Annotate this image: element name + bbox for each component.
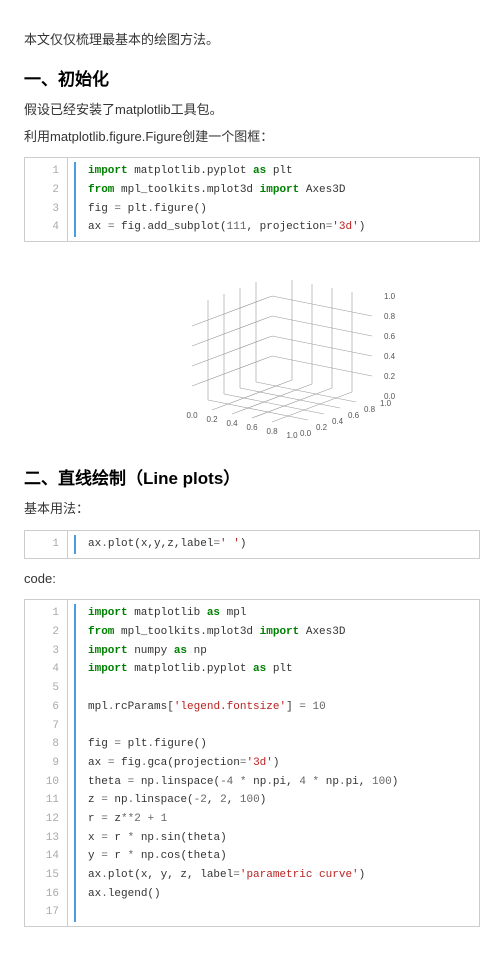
code-body: import matplotlib as mplfrom mpl_toolkit… bbox=[68, 600, 479, 926]
code-block-init: 1234 import matplotlib.pyplot as pltfrom… bbox=[24, 157, 480, 242]
code-body: import matplotlib.pyplot as pltfrom mpl_… bbox=[68, 158, 479, 241]
svg-text:0.6: 0.6 bbox=[348, 411, 360, 420]
para-usage: 基本用法： bbox=[24, 499, 480, 520]
code-gutter: 1 bbox=[25, 531, 68, 558]
chart-grid bbox=[192, 276, 372, 426]
svg-text:0.0: 0.0 bbox=[186, 411, 198, 420]
svg-text:1.0: 1.0 bbox=[384, 292, 396, 301]
code-block-usage: 1 ax.plot(x,y,z,label=' ') bbox=[24, 530, 480, 559]
svg-text:0.6: 0.6 bbox=[384, 332, 396, 341]
svg-text:0.6: 0.6 bbox=[246, 423, 258, 432]
code-gutter: 1234 bbox=[25, 158, 68, 241]
z-ticks: 0.0 0.2 0.4 0.6 0.8 1.0 bbox=[384, 292, 396, 401]
heading-1: 一、初始化 bbox=[24, 65, 480, 90]
svg-text:0.2: 0.2 bbox=[316, 423, 328, 432]
para-figure: 利用matplotlib.figure.Figure创建一个图框： bbox=[24, 127, 480, 148]
intro-text: 本文仅仅梳理最基本的绘图方法。 bbox=[24, 30, 480, 51]
code-gutter: 1234567891011121314151617 bbox=[25, 600, 68, 926]
code-body: ax.plot(x,y,z,label=' ') bbox=[68, 531, 479, 558]
code-block-example: 1234567891011121314151617 import matplot… bbox=[24, 599, 480, 927]
svg-text:0.4: 0.4 bbox=[384, 352, 396, 361]
svg-text:0.2: 0.2 bbox=[384, 372, 396, 381]
svg-text:0.0: 0.0 bbox=[384, 392, 396, 401]
chart-3d-axes: 0.0 0.2 0.4 0.6 0.8 1.0 0.0 0.2 0.4 0.6 0.8 1.0 0.… bbox=[24, 256, 480, 446]
svg-text:0.2: 0.2 bbox=[206, 415, 218, 424]
svg-text:0.8: 0.8 bbox=[384, 312, 396, 321]
para-code-label: code: bbox=[24, 569, 480, 590]
x-ticks: 0.0 0.2 0.4 0.6 0.8 1.0 bbox=[186, 411, 298, 440]
chart-svg: 0.0 0.2 0.4 0.6 0.8 1.0 0.0 0.2 0.4 0.6 0.8 1.0 0.… bbox=[92, 256, 412, 446]
svg-text:0.4: 0.4 bbox=[226, 419, 238, 428]
svg-text:0.8: 0.8 bbox=[364, 405, 376, 414]
para-install: 假设已经安装了matplotlib工具包。 bbox=[24, 100, 480, 121]
svg-text:0.8: 0.8 bbox=[266, 427, 278, 436]
svg-text:1.0: 1.0 bbox=[286, 431, 298, 440]
heading-2: 二、直线绘制（Line plots） bbox=[24, 464, 480, 489]
y-ticks: 0.00.20.40.60.81.0 bbox=[300, 399, 392, 438]
svg-text:0.4: 0.4 bbox=[332, 417, 344, 426]
svg-text:0.0: 0.0 bbox=[300, 429, 312, 438]
